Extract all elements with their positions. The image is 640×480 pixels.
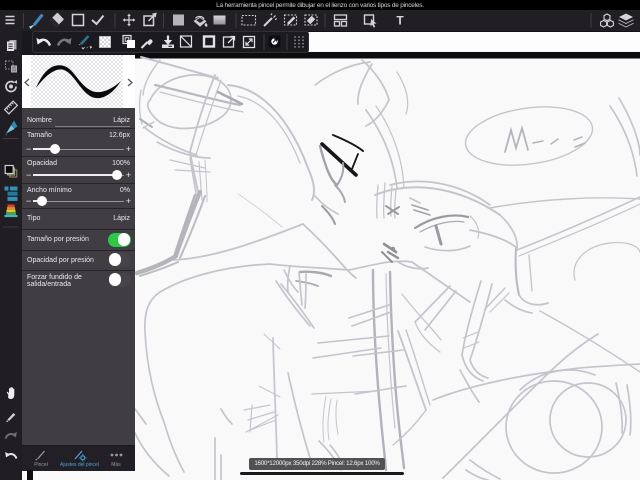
svg-text:T: T [396,14,404,28]
